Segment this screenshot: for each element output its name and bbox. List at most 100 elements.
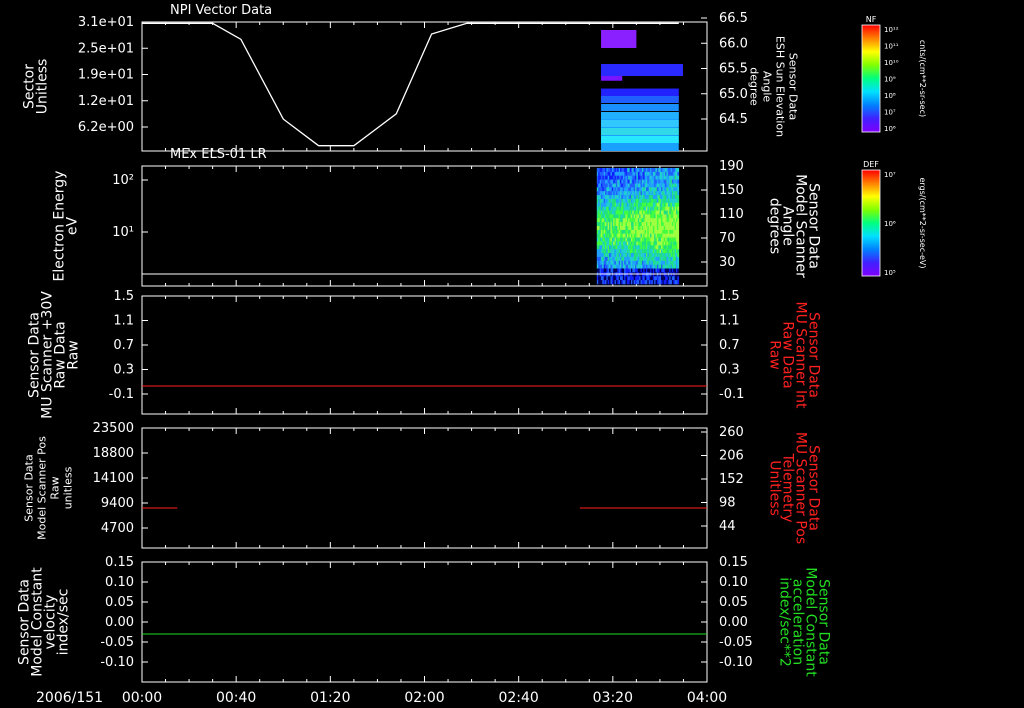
y-tick-label: 1.1 bbox=[113, 314, 134, 329]
y2-tick-label: 190 bbox=[719, 159, 744, 174]
y2label: Sensor DataESH Sun ElevationAngledegree bbox=[748, 36, 800, 137]
spectrogram-cell bbox=[677, 237, 680, 242]
y-tick-label: 18800 bbox=[93, 446, 134, 461]
spectrogram-cell bbox=[677, 233, 680, 238]
ylabel-line: Model Scanner Pos bbox=[36, 436, 49, 540]
y2label: Sensor DataMU Scanner IntRaw DataRaw bbox=[767, 302, 822, 410]
colorbar-tick-label: 10⁶ bbox=[884, 125, 896, 133]
time-tick-label: 02:00 bbox=[404, 690, 444, 706]
panel-4-frame bbox=[141, 427, 708, 549]
spectrogram-cell bbox=[677, 202, 680, 207]
ylabel: Sensor DataModel Constantvelocityindex/s… bbox=[17, 567, 72, 677]
y-tick-label: 10¹ bbox=[112, 225, 134, 240]
spectrogram-cell bbox=[677, 222, 680, 227]
y-tick-label: 2.5e+01 bbox=[78, 41, 134, 56]
y-tick-label: 1.5 bbox=[113, 289, 134, 304]
y2-tick-label: 1.5 bbox=[719, 289, 740, 304]
y-tick-label: -0.10 bbox=[100, 655, 134, 670]
spectrogram-cell bbox=[677, 187, 680, 192]
spectrogram-cell bbox=[677, 179, 680, 184]
date-label: 2006/151 bbox=[36, 690, 103, 706]
y2-tick-label: -0.10 bbox=[719, 655, 753, 670]
panel-2: 10² 10¹ 190 150 110 70 30 Electron EnergyeV Sens… bbox=[52, 159, 822, 287]
spectrogram-cell bbox=[677, 175, 680, 180]
ylabel-line: Sensor Data bbox=[23, 454, 36, 521]
time-tick-label: 02:40 bbox=[498, 690, 538, 706]
y-tick-label: 0.00 bbox=[105, 615, 134, 630]
colorbar-tick-label: 10⁵ bbox=[884, 269, 896, 277]
y2label: Sensor DataMU Scanner PosTelemetryUnitle… bbox=[767, 432, 822, 544]
y-tick-label: -0.05 bbox=[100, 635, 134, 650]
spectrogram-cell bbox=[677, 260, 680, 265]
spectrogram-cell bbox=[677, 218, 680, 223]
y2label-line: index/sec**2 bbox=[777, 577, 793, 667]
y2-tick-label: 1.1 bbox=[719, 314, 740, 329]
y2label-line: Angle bbox=[761, 71, 774, 103]
y2-tick-label: 0.3 bbox=[719, 363, 740, 378]
heatmap-row bbox=[601, 120, 679, 127]
heatmap-block bbox=[601, 30, 637, 48]
panel-5: 0.15 0.10 0.05 0.00 -0.05 -0.10 0.15 0.10 0.05 0.… bbox=[17, 555, 832, 683]
time-tick-label: 03:20 bbox=[593, 690, 633, 706]
colorbar-tick-label: 10⁷ bbox=[884, 171, 896, 179]
y-tick-label: 14100 bbox=[93, 471, 134, 486]
heatmap-row bbox=[601, 128, 679, 135]
spectrogram-cell bbox=[677, 245, 680, 250]
time-tick-label: 04:00 bbox=[687, 690, 727, 706]
y2-tick-label: 0.15 bbox=[719, 555, 748, 570]
panel-3-frame bbox=[141, 295, 708, 415]
y2-tick-label: 65.0 bbox=[719, 87, 748, 102]
y2-tick-label: 0.05 bbox=[719, 595, 748, 610]
panel-2-title: MEx ELS-01 LR bbox=[170, 147, 267, 162]
y-tick-label: 0.05 bbox=[105, 595, 134, 610]
colorbar-tick-label: 10⁶ bbox=[884, 220, 896, 228]
y2-tick-label: 110 bbox=[719, 207, 744, 222]
spectrogram-cell bbox=[677, 171, 680, 177]
ylabel-line: Raw bbox=[49, 476, 62, 499]
ylabel: SectorUnitless bbox=[22, 59, 51, 115]
ylabel: Electron EnergyeV bbox=[52, 171, 81, 282]
spectrogram-cell bbox=[677, 276, 680, 281]
heatmap-row bbox=[601, 136, 679, 143]
spectrogram-cell bbox=[677, 195, 680, 200]
panel-1-title: NPI Vector Data bbox=[170, 3, 272, 18]
y2label-line: Unitless bbox=[767, 460, 783, 516]
y-tick-label: 1.2e+01 bbox=[78, 94, 134, 109]
ylabel-line: unitless bbox=[62, 466, 75, 509]
y2label-line: degree bbox=[748, 67, 761, 106]
sun-elevation-line bbox=[142, 22, 679, 147]
y2label-line: degrees bbox=[767, 198, 783, 254]
y-tick-label: 4700 bbox=[101, 521, 134, 536]
y-tick-label: 6.2e+00 bbox=[78, 120, 134, 135]
spectrogram-cell bbox=[677, 264, 680, 269]
spectrogram-cell bbox=[677, 214, 680, 219]
panel-4: 23500 18800 14100 9400 4700 260 206 152 98 44 Sens… bbox=[23, 421, 822, 549]
y2-tick-label: 152 bbox=[719, 472, 744, 487]
y2-tick-label: 66.0 bbox=[719, 36, 748, 51]
colorbar-tick-label: 10⁷ bbox=[884, 109, 896, 117]
ylabel-line: Raw bbox=[66, 340, 82, 369]
y-tick-label: 9400 bbox=[101, 496, 134, 511]
y-tick-label: 23500 bbox=[93, 421, 134, 436]
y2label: Sensor DataModel ScannerAngledegrees bbox=[767, 174, 822, 278]
y-tick-label: 10² bbox=[112, 173, 134, 188]
time-tick-label: 00:40 bbox=[216, 690, 256, 706]
y2-tick-label: 66.5 bbox=[719, 11, 748, 26]
spectrogram-cell bbox=[677, 241, 680, 246]
colorbar-label: DEF bbox=[863, 160, 879, 169]
y-tick-label: 3.1e+01 bbox=[78, 15, 134, 30]
y2-tick-label: 0.10 bbox=[719, 575, 748, 590]
ylabel: Sensor DataMU Scanner +30VRaw DataRaw bbox=[27, 291, 82, 419]
y2-tick-label: -0.05 bbox=[719, 635, 753, 650]
y2label-line: ESH Sun Elevation bbox=[774, 36, 787, 137]
y2-tick-label: 150 bbox=[719, 183, 744, 198]
colorbar-units: ergs/(cm**2-sr-sec-eV) bbox=[918, 177, 927, 268]
y-tick-label: -0.1 bbox=[109, 387, 134, 402]
spectrogram-figure: 3.1e+01 2.5e+01 1.9e+01 1.2e+01 6.2e+00 66.5 6… bbox=[17, 3, 928, 706]
spectrogram-cell bbox=[677, 191, 680, 196]
ylabel-line: eV bbox=[65, 216, 81, 235]
colorbar-tick-label: 10⁹ bbox=[884, 76, 896, 84]
y2label: Sensor DataModel Constantaccelerationind… bbox=[777, 567, 832, 677]
y2-tick-label: 98 bbox=[719, 496, 736, 511]
spectrogram-cell bbox=[677, 280, 680, 285]
